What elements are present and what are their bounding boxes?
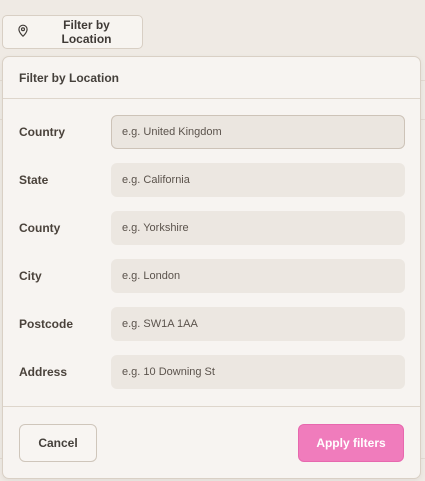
page: Filter by Location Filter by Location Co… [0,0,425,481]
country-input[interactable] [111,115,405,149]
postcode-label: Postcode [19,317,74,331]
map-pin-icon [16,24,30,41]
postcode-input[interactable] [111,307,405,341]
popover-title: Filter by Location [3,57,420,99]
field-row-country: Country [3,115,420,149]
popover-footer: Cancel Apply filters [3,406,420,478]
country-label: Country [19,125,65,139]
city-input[interactable] [111,259,405,293]
filter-button-label: Filter by Location [61,18,112,46]
apply-filters-button[interactable]: Apply filters [298,424,404,462]
filter-by-location-button[interactable]: Filter by Location [2,15,143,49]
field-row-address: Address [3,355,420,389]
city-label: City [19,269,42,283]
county-input[interactable] [111,211,405,245]
field-row-postcode: Postcode [3,307,420,341]
state-input[interactable] [111,163,405,197]
address-input[interactable] [111,355,405,389]
field-row-state: State [3,163,420,197]
field-row-city: City [3,259,420,293]
field-row-county: County [3,211,420,245]
state-label: State [19,173,49,187]
location-filter-popover: Filter by Location Country State County … [2,56,421,479]
county-label: County [19,221,61,235]
address-label: Address [19,365,68,379]
cancel-button[interactable]: Cancel [19,424,97,462]
